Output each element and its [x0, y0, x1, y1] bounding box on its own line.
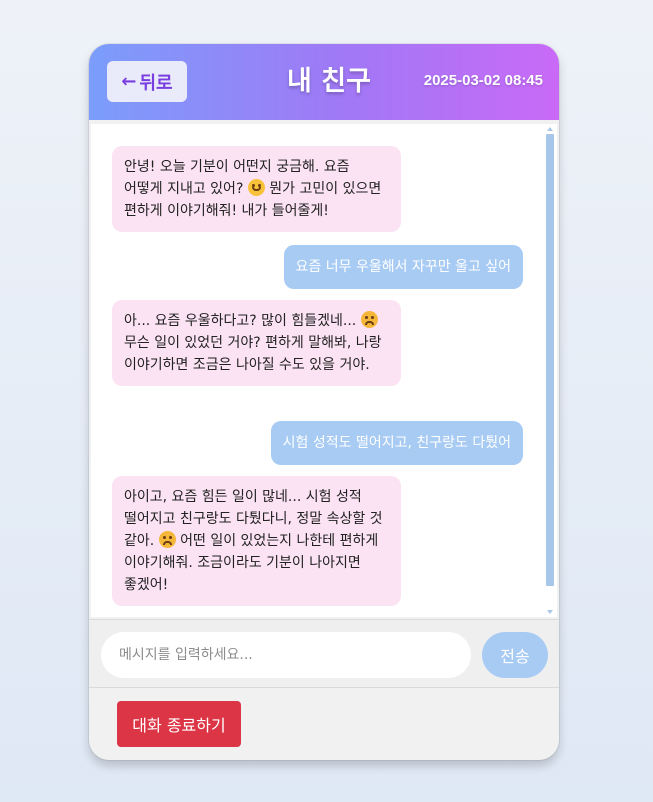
message-text: 무슨 일이 있었던 거야? 편하게 말해봐, 나랑 이야기하면 조금은 나아질 … [124, 335, 382, 373]
bot-message: 아... 요즘 우울하다고? 많이 힘들겠네... 무슨 일이 있었던 거야? … [112, 300, 401, 386]
scroll-thumb[interactable] [546, 134, 554, 586]
sad-emoji-icon [158, 531, 176, 548]
chat-datetime: 2025-03-02 08:45 [423, 72, 543, 89]
chat-title: 내 친구 [287, 66, 371, 97]
message-composer: 전송 [89, 619, 559, 688]
user-message: 시험 성적도 떨어지고, 친구랑도 다퉜어 [270, 421, 523, 465]
message-input[interactable] [101, 632, 471, 678]
user-message: 요즘 너무 우울해서 자꾸만 울고 싶어 [283, 245, 523, 289]
bot-message: 안녕! 오늘 기분이 어떤지 궁금해. 요즘 어떻게 지내고 있어? 뭔가 고민… [112, 146, 401, 232]
scroll-up-icon[interactable] [547, 127, 553, 131]
chat-window: ← 뒤로 내 친구 2025-03-02 08:45 안녕! 오늘 기분이 어떤… [89, 44, 559, 760]
message-scrollbar[interactable] [545, 124, 555, 617]
message-list[interactable]: 안녕! 오늘 기분이 어떤지 궁금해. 요즘 어떻게 지내고 있어? 뭔가 고민… [91, 124, 557, 617]
scroll-down-icon[interactable] [547, 610, 553, 614]
sad-emoji-icon [360, 311, 378, 328]
end-chat-button[interactable]: 대화 종료하기 [117, 701, 241, 747]
send-button[interactable]: 전송 [482, 632, 548, 678]
back-button[interactable]: ← 뒤로 [107, 61, 187, 102]
arrow-left-icon: ← [121, 71, 137, 92]
chat-header: ← 뒤로 내 친구 2025-03-02 08:45 [89, 44, 559, 120]
back-button-label: 뒤로 [139, 72, 173, 94]
message-text: 아... 요즘 우울하다고? 많이 힘들겠네... [124, 313, 361, 329]
smile-emoji-icon [247, 179, 265, 196]
bot-message: 아이고, 요즘 힘든 일이 많네... 시험 성적 떨어지고 친구랑도 다퉜다니… [112, 476, 401, 606]
